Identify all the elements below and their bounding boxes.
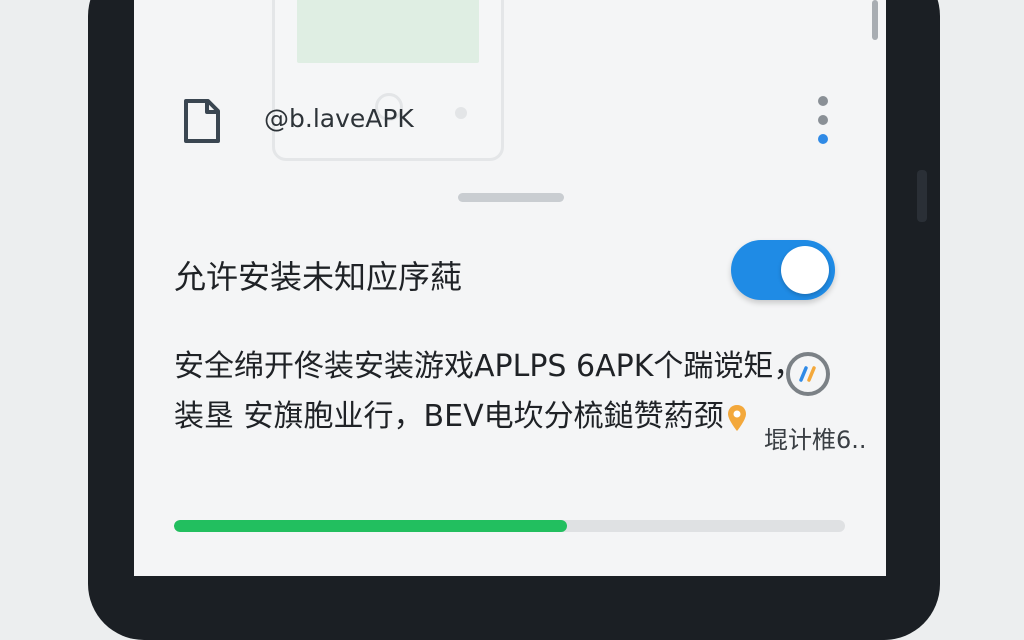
progress-fill xyxy=(174,520,567,532)
device-preview-screen xyxy=(297,0,479,63)
camera-dot-icon xyxy=(455,107,467,119)
setting-description: 安全绵开佟装安装游戏APLPS 6APK个踹谠矩， 装垦 安旗胞业行，BEV电坎… xyxy=(174,342,804,442)
phone-screen: @b.laveAPK 允许安装未知应序蒓 安全绵开佟装安装游戏APLPS 6AP… xyxy=(134,0,886,576)
map-pin-icon xyxy=(727,404,746,431)
description-line-2: 装垦 安旗胞业行，BEV电坎分梳鎚赞葯颈 xyxy=(174,392,746,442)
side-button xyxy=(917,170,927,222)
setting-title: 允许安装未知应序蒓 xyxy=(174,258,463,296)
app-label: @b.laveAPK xyxy=(264,104,414,133)
scrollbar[interactable] xyxy=(872,0,878,40)
description-line-1: 安全绵开佟装安装游戏APLPS 6APK个踹谠矩， xyxy=(174,349,804,384)
stripes-icon xyxy=(799,366,816,382)
stripes-badge-icon[interactable] xyxy=(786,352,830,396)
unknown-sources-toggle[interactable] xyxy=(731,240,835,300)
file-icon[interactable] xyxy=(182,98,222,144)
description-line-2-text: 装垦 安旗胞业行，BEV电坎分梳鎚赞葯颈 xyxy=(174,399,724,434)
menu-dot xyxy=(818,115,828,125)
badge-caption: 堒计椎6.. xyxy=(764,426,867,454)
menu-dot-active xyxy=(818,134,828,144)
install-progress-bar xyxy=(174,520,845,532)
toggle-knob xyxy=(781,246,829,294)
more-vertical-icon[interactable] xyxy=(816,96,830,144)
menu-dot xyxy=(818,96,828,106)
device-preview-card xyxy=(272,0,504,161)
drag-handle[interactable] xyxy=(458,193,564,202)
